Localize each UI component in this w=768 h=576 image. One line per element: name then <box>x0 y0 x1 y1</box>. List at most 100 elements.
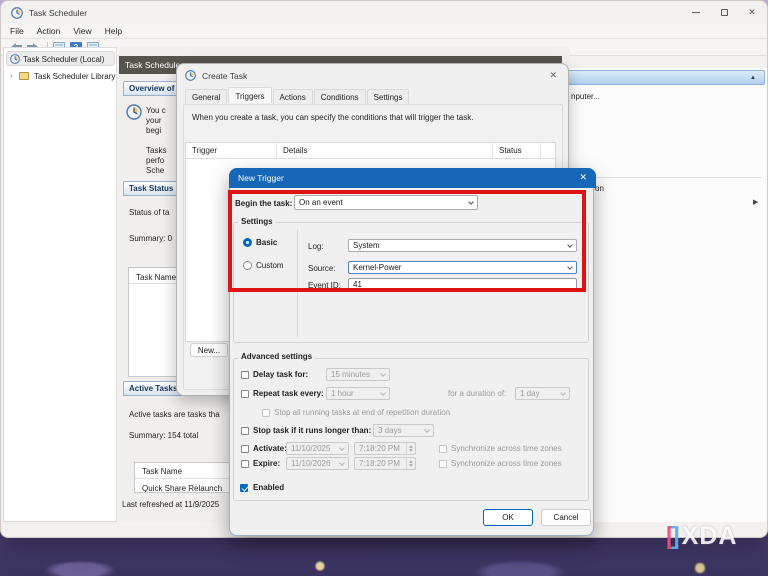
tab-triggers[interactable]: Triggers <box>228 87 271 103</box>
task-name-column: Task Name <box>142 467 182 476</box>
active-tasks-summary: Summary: 154 total <box>129 431 198 440</box>
triggers-description: When you create a task, you can specify … <box>192 113 473 122</box>
menu-file[interactable]: File <box>10 26 24 36</box>
spinner-up-icon[interactable] <box>409 458 413 463</box>
collapse-icon[interactable]: ▲ <box>750 75 756 81</box>
chevron-down-icon <box>424 427 430 433</box>
expire-label: Expire: <box>253 459 280 468</box>
submenu-arrow-icon: ▶ <box>753 198 758 206</box>
source-value: Kernel-Power <box>353 263 401 272</box>
tree-item-task-scheduler-library[interactable]: › Task Scheduler Library <box>6 69 116 83</box>
custom-radio[interactable] <box>243 261 252 270</box>
triggers-table-header: Trigger Details Status <box>186 143 555 159</box>
duration-dropdown[interactable]: 1 day <box>515 387 570 400</box>
expire-checkbox[interactable] <box>241 460 249 468</box>
settings-divider <box>297 229 298 337</box>
tree-root-label: Task Scheduler (Local) <box>23 55 104 64</box>
overview-text-line: perfo <box>146 156 164 165</box>
stop-task-duration-dropdown[interactable]: 3 days <box>373 424 434 437</box>
chevron-down-icon <box>468 199 474 205</box>
maximize-button[interactable] <box>717 6 731 19</box>
delay-task-label: Delay task for: <box>253 370 308 379</box>
spinner-down-icon[interactable] <box>409 449 413 454</box>
xda-watermark-text: XDA <box>682 522 738 550</box>
xda-bracket-right-icon: ] <box>671 522 679 550</box>
tab-actions[interactable]: Actions <box>273 89 313 105</box>
settings-group-label: Settings <box>238 217 276 226</box>
expire-sync-label: Synchronize across time zones <box>451 459 562 468</box>
tab-conditions[interactable]: Conditions <box>314 89 366 105</box>
minimize-button[interactable] <box>689 6 703 19</box>
create-task-close-icon[interactable]: ✕ <box>549 70 557 81</box>
menu-action[interactable]: Action <box>37 26 61 36</box>
expire-time-value: 7:18:20 PM <box>359 459 400 468</box>
stop-all-tasks-label: Stop all running tasks at end of repetit… <box>274 408 450 417</box>
new-trigger-button[interactable]: New... <box>190 343 228 357</box>
chevron-right-icon[interactable]: › <box>10 71 13 80</box>
delay-duration-dropdown[interactable]: 15 minutes <box>326 368 390 381</box>
tree-item-task-scheduler-local[interactable]: Task Scheduler (Local) <box>6 51 115 66</box>
task-status-line: Status of ta <box>129 208 169 217</box>
desktop-wallpaper: Task Scheduler ✕ File Action View Help ? <box>0 0 768 576</box>
overview-text-line: your <box>146 116 162 125</box>
expire-sync-checkbox[interactable] <box>439 460 447 468</box>
source-label: Source: <box>308 264 336 273</box>
task-status-summary: Summary: 0 <box>129 234 172 243</box>
begin-task-value: On an event <box>299 198 343 207</box>
table-row[interactable]: Quick Share Relaunch <box>142 484 222 493</box>
delay-task-checkbox[interactable] <box>241 371 249 379</box>
actions-pane-header[interactable]: ▲ <box>567 70 765 85</box>
activate-checkbox[interactable] <box>241 445 249 453</box>
stop-all-tasks-checkbox[interactable] <box>262 409 270 417</box>
overview-text-line: Sche <box>146 166 164 175</box>
new-trigger-dialog: New Trigger ✕ Begin the task: On an even… <box>229 168 594 536</box>
chevron-down-icon <box>567 264 573 270</box>
activate-time-value: 7:18:20 PM <box>359 444 400 453</box>
source-dropdown[interactable]: Kernel-Power <box>348 261 577 274</box>
advanced-settings-group-label: Advanced settings <box>238 352 315 361</box>
event-id-input[interactable]: 41 <box>348 278 577 291</box>
tree-library-label: Task Scheduler Library <box>34 72 115 81</box>
new-trigger-titlebar: New Trigger ✕ <box>229 168 596 188</box>
stop-task-checkbox[interactable] <box>241 427 249 435</box>
overview-text-line: begi <box>146 126 161 135</box>
new-trigger-close-icon[interactable]: ✕ <box>579 172 587 183</box>
ok-button[interactable]: OK <box>483 509 533 526</box>
column-details[interactable]: Details <box>277 143 493 158</box>
close-button[interactable]: ✕ <box>745 6 759 19</box>
action-item-fragment-configuration[interactable]: on <box>595 184 604 193</box>
basic-radio[interactable] <box>243 238 252 247</box>
action-item-fragment-connect-computer[interactable]: nputer... <box>571 92 600 101</box>
repeat-task-checkbox[interactable] <box>241 390 249 398</box>
enabled-checkbox[interactable] <box>240 484 248 492</box>
activate-date-dropdown[interactable]: 11/10/2025 <box>286 442 349 455</box>
begin-task-dropdown[interactable]: On an event <box>294 195 478 210</box>
xda-watermark: []XDA <box>666 522 737 551</box>
overview-clock-icon <box>126 104 142 120</box>
menu-view[interactable]: View <box>73 26 91 36</box>
chevron-down-icon <box>380 371 386 377</box>
log-dropdown[interactable]: System <box>348 239 577 252</box>
last-refreshed-status: Last refreshed at 11/9/2025 <box>122 500 234 509</box>
menu-help[interactable]: Help <box>105 26 122 36</box>
activate-sync-checkbox[interactable] <box>439 445 447 453</box>
spinner-up-icon[interactable] <box>409 443 413 448</box>
expire-time-spinner[interactable]: 7:18:20 PM <box>354 457 416 470</box>
cancel-button[interactable]: Cancel <box>541 509 591 526</box>
expire-date-value: 11/10/2026 <box>291 459 330 468</box>
column-status[interactable]: Status <box>493 143 541 158</box>
spinner-down-icon[interactable] <box>409 464 413 469</box>
menu-bar: File Action View Help <box>1 24 767 39</box>
expire-date-dropdown[interactable]: 11/10/2026 <box>286 457 349 470</box>
overview-text-line: Tasks <box>146 146 166 155</box>
custom-radio-label: Custom <box>256 261 284 270</box>
tab-general[interactable]: General <box>185 89 227 105</box>
log-value: System <box>353 241 380 250</box>
tab-settings[interactable]: Settings <box>367 89 410 105</box>
activate-time-spinner[interactable]: 7:18:20 PM <box>354 442 416 455</box>
begin-task-label: Begin the task: <box>235 199 292 208</box>
repeat-interval-dropdown[interactable]: 1 hour <box>326 387 390 400</box>
basic-radio-label: Basic <box>256 238 277 247</box>
create-task-dialog-icon <box>185 70 196 81</box>
column-trigger[interactable]: Trigger <box>186 143 277 158</box>
